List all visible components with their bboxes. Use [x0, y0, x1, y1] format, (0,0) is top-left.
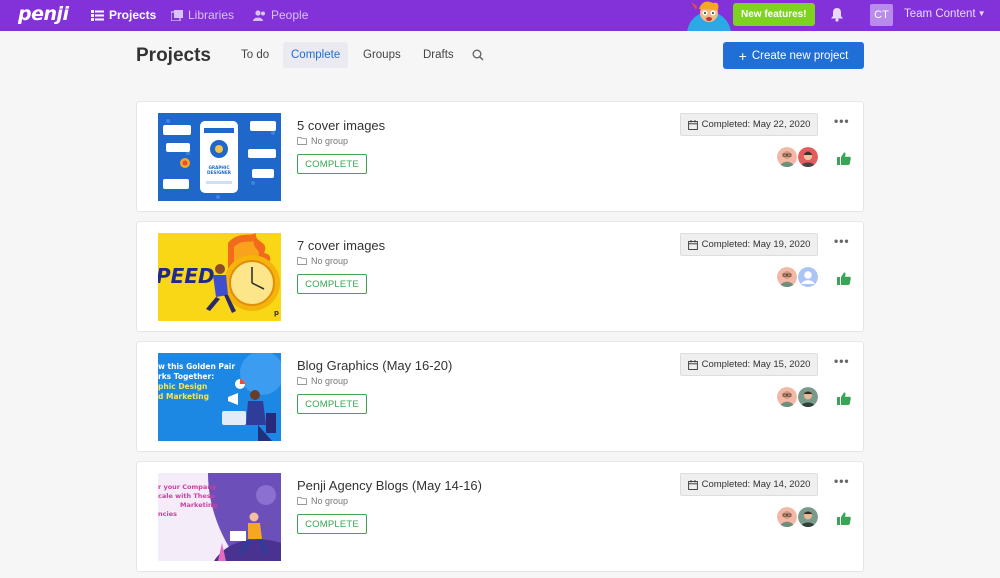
- page-title: Projects: [136, 45, 211, 66]
- thumbnail-text: rks Together:: [158, 372, 214, 381]
- project-title[interactable]: 5 cover images: [297, 118, 385, 133]
- completed-date: Completed: May 19, 2020: [701, 239, 811, 250]
- completed-date: Completed: May 22, 2020: [701, 119, 811, 130]
- tab-drafts[interactable]: Drafts: [415, 42, 462, 68]
- thumbnail-text: cale with These: [158, 492, 216, 500]
- project-group[interactable]: No group: [297, 376, 348, 386]
- nav-libraries[interactable]: Libraries: [171, 7, 234, 23]
- member-avatar[interactable]: [777, 387, 797, 407]
- svg-text:p: p: [274, 309, 279, 317]
- project-card[interactable]: r your Company cale with These Marketing…: [136, 461, 864, 572]
- thumbnail-text: DESIGNER: [207, 170, 232, 175]
- mascot-illustration: [687, 1, 731, 31]
- more-options-icon[interactable]: •••: [834, 234, 850, 248]
- more-options-icon[interactable]: •••: [834, 474, 850, 488]
- thumbs-up-icon[interactable]: [837, 512, 851, 525]
- library-icon: [171, 9, 183, 21]
- completed-date: Completed: May 15, 2020: [701, 359, 811, 370]
- user-avatar[interactable]: CT: [870, 4, 893, 26]
- thumbnail-text: PEED: [158, 264, 215, 288]
- new-features-button[interactable]: New features!: [733, 3, 815, 26]
- thumbs-up-icon[interactable]: [837, 152, 851, 165]
- project-group[interactable]: No group: [297, 256, 348, 266]
- project-group-label: No group: [311, 256, 349, 266]
- member-avatar[interactable]: [777, 267, 797, 287]
- status-badge: COMPLETE: [297, 394, 367, 414]
- people-icon: [253, 9, 265, 21]
- completed-date-badge: Completed: May 15, 2020: [680, 353, 818, 376]
- nav-libraries-label: Libraries: [188, 8, 235, 22]
- nav-people[interactable]: People: [253, 7, 308, 23]
- folder-icon: [297, 137, 307, 145]
- project-group[interactable]: No group: [297, 136, 348, 146]
- tab-groups[interactable]: Groups: [355, 42, 409, 68]
- project-card[interactable]: GRAPHIC DESIGNER 5 cover images No group…: [136, 101, 864, 212]
- calendar-icon: [687, 239, 698, 250]
- chevron-down-icon: ▼: [977, 9, 986, 18]
- status-badge: COMPLETE: [297, 154, 367, 174]
- folder-icon: [297, 257, 307, 265]
- project-card[interactable]: w this Golden Pair rks Together: phic De…: [136, 341, 864, 452]
- project-thumbnail[interactable]: GRAPHIC DESIGNER: [158, 113, 281, 201]
- more-options-icon[interactable]: •••: [834, 354, 850, 368]
- calendar-icon: [687, 359, 698, 370]
- member-avatar[interactable]: [777, 507, 797, 527]
- thumbnail-text: ncies: [158, 510, 177, 518]
- nav-projects[interactable]: Projects: [91, 7, 156, 23]
- create-project-label: Create new project: [751, 49, 849, 62]
- member-avatar[interactable]: [777, 147, 797, 167]
- bell-icon[interactable]: [830, 7, 844, 22]
- thumbs-up-icon[interactable]: [837, 392, 851, 405]
- member-avatar[interactable]: [798, 387, 818, 407]
- thumbnail-text: r your Company: [158, 483, 217, 491]
- project-thumbnail[interactable]: PEED p: [158, 233, 281, 321]
- plus-icon: +: [738, 47, 747, 64]
- status-badge: COMPLETE: [297, 274, 367, 294]
- completed-date-badge: Completed: May 22, 2020: [680, 113, 818, 136]
- nav-people-label: People: [271, 8, 309, 22]
- project-card[interactable]: PEED p 7 cover images No group COMPLETE …: [136, 221, 864, 332]
- create-project-button[interactable]: + Create new project: [723, 42, 864, 69]
- completed-date-badge: Completed: May 19, 2020: [680, 233, 818, 256]
- top-nav: penji Projects Libraries People New feat…: [0, 0, 1000, 31]
- member-avatar[interactable]: [798, 507, 818, 527]
- project-group[interactable]: No group: [297, 496, 348, 506]
- project-group-label: No group: [311, 136, 349, 146]
- thumbs-up-icon[interactable]: [837, 272, 851, 285]
- member-avatar[interactable]: [798, 267, 818, 287]
- folder-icon: [297, 377, 307, 385]
- more-options-icon[interactable]: •••: [834, 114, 850, 128]
- project-title[interactable]: Penji Agency Blogs (May 14-16): [297, 478, 482, 493]
- project-title[interactable]: 7 cover images: [297, 238, 385, 253]
- tab-complete[interactable]: Complete: [283, 42, 349, 68]
- thumbnail-text: w this Golden Pair: [158, 362, 235, 371]
- list-icon: [91, 9, 104, 21]
- thumbnail-text: Marketing: [180, 501, 218, 509]
- status-badge: COMPLETE: [297, 514, 367, 534]
- project-thumbnail[interactable]: r your Company cale with These Marketing…: [158, 473, 281, 561]
- team-switcher[interactable]: Team Content ▼: [904, 8, 986, 20]
- completed-date-badge: Completed: May 14, 2020: [680, 473, 818, 496]
- tab-to-do[interactable]: To do: [233, 42, 277, 68]
- project-group-label: No group: [311, 376, 349, 386]
- thumbnail-text: phic Design: [158, 382, 207, 391]
- thumbnail-text: d Marketing: [158, 392, 209, 401]
- search-icon[interactable]: [472, 49, 484, 61]
- member-avatar[interactable]: [798, 147, 818, 167]
- nav-projects-label: Projects: [109, 8, 157, 22]
- project-title[interactable]: Blog Graphics (May 16-20): [297, 358, 452, 373]
- calendar-icon: [687, 479, 698, 490]
- penji-logo[interactable]: penji: [18, 3, 69, 25]
- team-name: Team Content: [904, 8, 976, 20]
- project-thumbnail[interactable]: w this Golden Pair rks Together: phic De…: [158, 353, 281, 441]
- folder-icon: [297, 497, 307, 505]
- project-group-label: No group: [311, 496, 349, 506]
- calendar-icon: [687, 119, 698, 130]
- completed-date: Completed: May 14, 2020: [701, 479, 811, 490]
